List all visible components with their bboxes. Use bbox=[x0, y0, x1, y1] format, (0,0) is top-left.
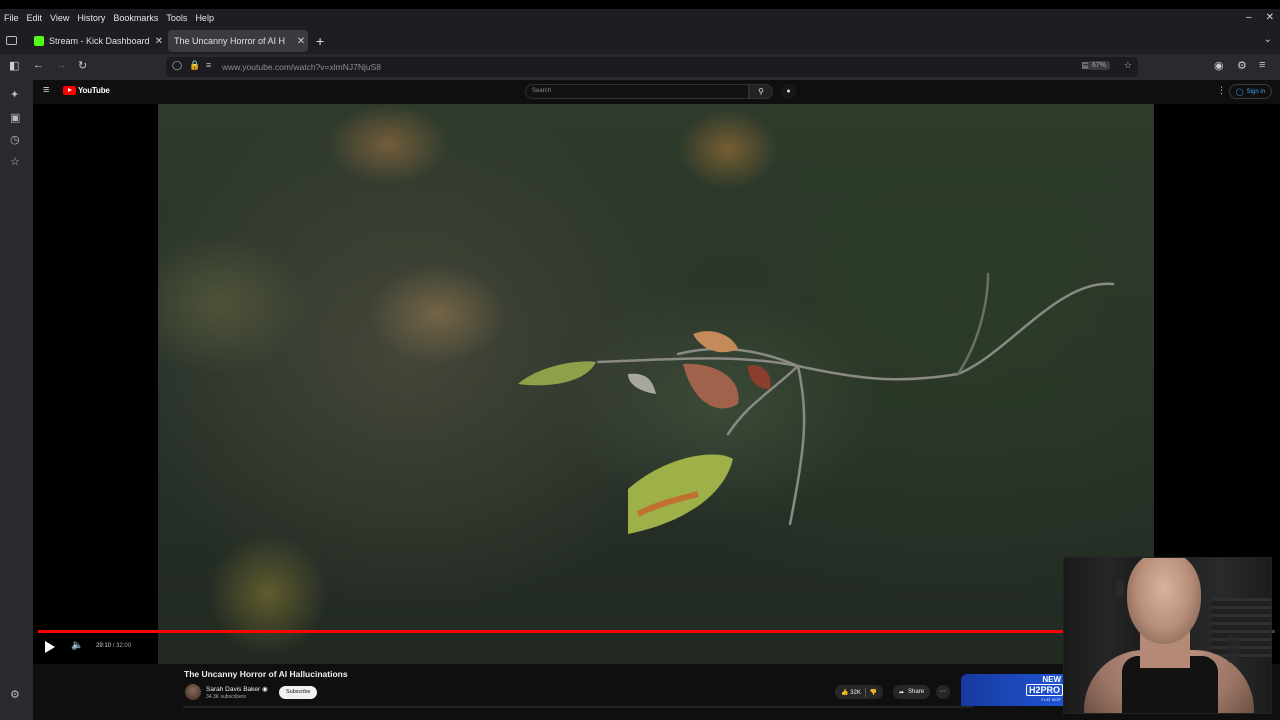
customize-sidebar-icon[interactable]: ⚙ bbox=[10, 688, 20, 701]
video-title: The Uncanny Horror of AI Hallucinations bbox=[184, 669, 348, 679]
top-band bbox=[0, 0, 1280, 9]
share-label: Share bbox=[908, 689, 925, 695]
url-text[interactable]: www.youtube.com/watch?v=xlmNJ7NjuS8 bbox=[222, 62, 381, 72]
time-display: 29:10 / 32:00 bbox=[96, 643, 131, 649]
back-icon[interactable]: ← bbox=[33, 59, 44, 71]
youtube-logo[interactable]: YouTube bbox=[63, 86, 110, 95]
duration: 32:00 bbox=[116, 643, 132, 649]
tab-title: The Uncanny Horror of AI H bbox=[174, 36, 286, 46]
url-bar[interactable]: ◯ 🔒 ≡ www.youtube.com/watch?v=xlmNJ7NjuS… bbox=[166, 57, 1138, 77]
channel-avatar[interactable] bbox=[185, 684, 201, 700]
webcam-shelf bbox=[1211, 598, 1271, 658]
forward-icon[interactable]: → bbox=[56, 59, 67, 71]
close-tab-icon[interactable]: ✕ bbox=[152, 36, 166, 47]
user-icon: ◯ bbox=[1235, 88, 1244, 96]
sign-in-button[interactable]: ◯ Sign in bbox=[1228, 84, 1272, 99]
thumbs-down-icon: 👎 bbox=[869, 689, 878, 696]
close-window-icon[interactable]: ✕ bbox=[1266, 12, 1274, 23]
menu-view[interactable]: View bbox=[46, 13, 73, 23]
permissions-icon[interactable]: ≡ bbox=[206, 60, 211, 70]
chevron-down-icon[interactable]: ⌄ bbox=[1264, 34, 1272, 45]
minimize-icon[interactable]: – bbox=[1246, 12, 1252, 23]
account-icon[interactable]: ◉ bbox=[1214, 59, 1224, 72]
menu-bookmarks[interactable]: Bookmarks bbox=[109, 13, 162, 23]
channel-name-text: Sarah Davis Baker bbox=[206, 686, 261, 693]
extensions-icon[interactable]: ⚙ bbox=[1237, 59, 1247, 72]
zoom-level[interactable]: 67% bbox=[1087, 61, 1110, 70]
menu-help[interactable]: Help bbox=[191, 13, 218, 23]
microphone-icon[interactable]: ● bbox=[781, 84, 796, 99]
kick-favicon-icon bbox=[34, 36, 44, 46]
youtube-header: ≡ YouTube Search ⚲ ● ⋮ ◯ Sign in bbox=[33, 80, 1280, 104]
dislike-button[interactable]: 👎 bbox=[870, 689, 877, 696]
play-icon[interactable] bbox=[45, 641, 55, 653]
ad-brand: H2PRO bbox=[1025, 684, 1063, 696]
video-frame-illustration bbox=[518, 272, 1115, 534]
more-actions-icon[interactable]: ⋯ bbox=[936, 685, 950, 699]
tab-kick-dashboard[interactable]: Stream - Kick Dashboard ✕ bbox=[28, 30, 166, 52]
sidebar-toggle-icon[interactable]: ◧ bbox=[9, 59, 19, 72]
ad-line1: NEW bbox=[1042, 675, 1061, 684]
thumbs-up-icon: 👍 bbox=[841, 689, 849, 696]
bookmark-star-icon[interactable]: ☆ bbox=[1124, 60, 1132, 71]
ai-chat-icon[interactable]: ✦ bbox=[10, 88, 19, 101]
like-button[interactable]: 👍 32K bbox=[841, 689, 861, 696]
youtube-play-icon bbox=[63, 86, 76, 95]
search-icon[interactable]: ⚲ bbox=[749, 84, 773, 99]
close-tab-icon[interactable]: ✕ bbox=[294, 36, 308, 47]
volume-icon[interactable]: 🔈 bbox=[71, 640, 83, 651]
share-icon: ➦ bbox=[899, 689, 905, 696]
history-icon[interactable]: ◷ bbox=[10, 133, 20, 146]
share-button[interactable]: ➦ Share bbox=[893, 685, 931, 699]
divider bbox=[864, 687, 866, 697]
menu-tools[interactable]: Tools bbox=[162, 13, 191, 23]
lock-icon[interactable]: 🔒 bbox=[189, 60, 200, 71]
tab-bar: Stream - Kick Dashboard ✕ The Uncanny Ho… bbox=[0, 26, 1280, 120]
tab-youtube-video[interactable]: The Uncanny Horror of AI H ✕ bbox=[168, 30, 308, 120]
webcam-overlay bbox=[1063, 557, 1272, 714]
youtube-logo-text: YouTube bbox=[78, 86, 110, 95]
ad-tagline: FLAT MOP bbox=[1041, 697, 1061, 702]
page-divider bbox=[183, 706, 973, 708]
tab-title: Stream - Kick Dashboard bbox=[49, 36, 150, 46]
synced-tabs-icon[interactable]: ▣ bbox=[10, 111, 20, 124]
search-input[interactable]: Search bbox=[525, 84, 749, 99]
reload-icon[interactable]: ↻ bbox=[78, 59, 87, 72]
subscriber-count: 34.3K subscribers bbox=[206, 694, 247, 700]
verified-icon: ◉ bbox=[262, 686, 268, 693]
bookmarks-icon[interactable]: ☆ bbox=[10, 155, 20, 168]
menu-edit[interactable]: Edit bbox=[23, 13, 47, 23]
channel-name[interactable]: Sarah Davis Baker ◉ bbox=[206, 685, 268, 693]
shield-icon[interactable]: ◯ bbox=[172, 60, 182, 71]
guide-menu-icon[interactable]: ≡ bbox=[43, 84, 49, 96]
menu-bar: File Edit View History Bookmarks Tools H… bbox=[0, 9, 1280, 26]
webcam-person-tattoo bbox=[1226, 633, 1240, 663]
menu-file[interactable]: File bbox=[0, 13, 23, 23]
nav-bar: ◧ ← → ↻ ◯ 🔒 ≡ www.youtube.com/watch?v=xl… bbox=[0, 54, 1280, 80]
window-controls: – ✕ bbox=[1246, 9, 1274, 26]
current-time: 29:10 bbox=[96, 643, 112, 649]
browser-sidebar: ✦ ▣ ◷ ☆ ⚙ bbox=[0, 80, 33, 720]
progress-fill bbox=[38, 630, 1167, 633]
menu-history[interactable]: History bbox=[73, 13, 109, 23]
sign-in-label: Sign in bbox=[1246, 88, 1265, 95]
app-menu-icon[interactable]: ≡ bbox=[1259, 59, 1265, 71]
more-options-icon[interactable]: ⋮ bbox=[1217, 85, 1226, 96]
like-dislike-group: 👍 32K 👎 bbox=[835, 685, 884, 699]
tab-list-icon[interactable] bbox=[6, 36, 17, 45]
like-count: 32K bbox=[850, 689, 861, 696]
subscribe-button[interactable]: Subscribe bbox=[279, 686, 318, 699]
webcam-person-ear bbox=[1116, 580, 1124, 598]
ad-banner[interactable]: NEW H2PRO FLAT MOP bbox=[961, 674, 1067, 706]
video-frame[interactable] bbox=[158, 104, 1154, 664]
new-tab-icon[interactable]: + bbox=[316, 33, 324, 49]
